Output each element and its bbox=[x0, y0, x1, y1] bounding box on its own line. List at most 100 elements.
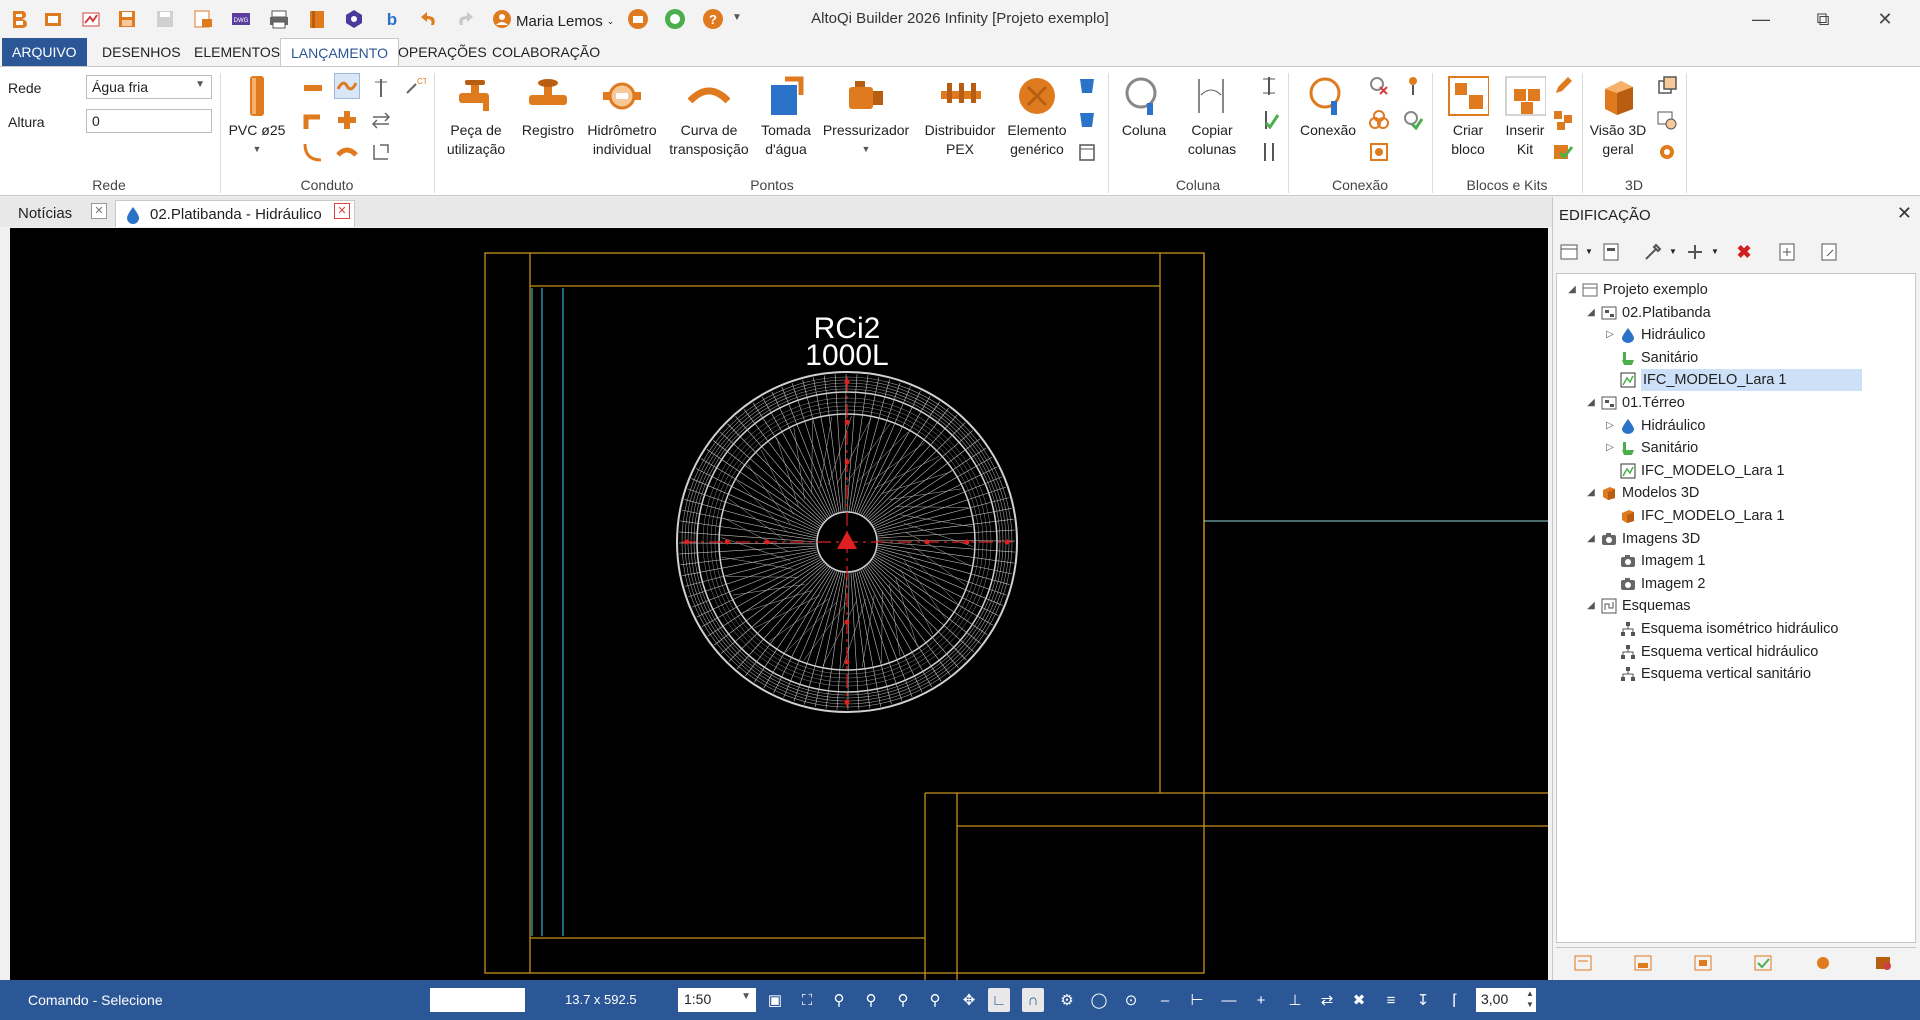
connection-pin-icon[interactable] bbox=[1400, 73, 1426, 99]
user-menu[interactable]: Maria Lemos ⌄ bbox=[492, 9, 614, 33]
store-icon[interactable] bbox=[627, 8, 649, 30]
align-vertical-icon[interactable]: ↧ bbox=[1412, 990, 1434, 1010]
meter-button[interactable]: Hidrômetro individual bbox=[582, 75, 662, 159]
tree-collapse-icon[interactable]: ◢ bbox=[1584, 392, 1598, 414]
tree-node[interactable]: ◢ Imagens 3D bbox=[1584, 528, 1700, 550]
altura-input[interactable]: 0 bbox=[86, 109, 212, 133]
osnap-endpoint-icon[interactable]: – bbox=[1154, 990, 1176, 1010]
elbow-icon[interactable] bbox=[300, 107, 326, 133]
zoom-window-icon[interactable]: ▣ bbox=[764, 990, 786, 1010]
minimize-button[interactable]: — bbox=[1730, 0, 1792, 38]
water-outlet-button[interactable]: Tomada d'água bbox=[752, 75, 820, 159]
tree-node[interactable]: Esquema vertical hidráulico bbox=[1603, 641, 1818, 663]
tree-node[interactable]: ◢ Esquemas bbox=[1584, 595, 1690, 617]
panel-view-tree-icon[interactable] bbox=[1572, 953, 1594, 973]
settings-icon[interactable]: ⚙ bbox=[1056, 990, 1078, 1010]
redo-icon[interactable] bbox=[454, 8, 476, 30]
osnap-nearest-icon[interactable]: — bbox=[1218, 990, 1240, 1010]
pex-distributor-button[interactable]: Distribuidor PEX bbox=[914, 75, 1006, 159]
drawing-canvas[interactable]: RCi2 1000L bbox=[10, 228, 1548, 980]
tree-collapse-icon[interactable]: ◢ bbox=[1584, 302, 1598, 324]
ortho-toggle-icon[interactable]: ∟ bbox=[988, 988, 1010, 1012]
zoom-previous-icon[interactable]: ⚲ bbox=[892, 990, 914, 1010]
view-options-icon[interactable] bbox=[1557, 240, 1583, 264]
open-drawing-icon[interactable] bbox=[80, 8, 102, 30]
book-icon[interactable] bbox=[306, 8, 328, 30]
tree-collapse-icon[interactable]: ◢ bbox=[1584, 595, 1598, 617]
save-all-icon[interactable] bbox=[154, 8, 176, 30]
rede-select[interactable]: Água fria ▼ bbox=[86, 75, 212, 99]
command-input[interactable] bbox=[430, 988, 525, 1012]
tree-node[interactable]: ◢ Projeto exemplo bbox=[1565, 279, 1708, 301]
bend-icon[interactable] bbox=[334, 139, 360, 165]
route-icon[interactable] bbox=[368, 139, 394, 165]
curve-icon[interactable] bbox=[300, 139, 326, 165]
export-document-icon[interactable] bbox=[1817, 240, 1843, 264]
tree-collapse-icon[interactable]: ◢ bbox=[1584, 528, 1598, 550]
crossover-button[interactable]: Curva de transposição bbox=[664, 75, 754, 159]
insert-kit-button[interactable]: Inserir Kit bbox=[1498, 75, 1552, 159]
close-tab-platibanda-icon[interactable]: ✕ bbox=[334, 203, 350, 219]
restore-button[interactable]: ⧉ bbox=[1792, 0, 1854, 38]
hexagon-icon[interactable] bbox=[343, 8, 365, 30]
osnap-circle-icon[interactable]: ⊙ bbox=[1120, 990, 1142, 1010]
create-block-button[interactable]: Criar bloco bbox=[1438, 75, 1498, 159]
osnap-center-icon[interactable]: ◯ bbox=[1088, 990, 1110, 1010]
tab-noticias[interactable]: Notícias bbox=[8, 200, 82, 227]
panel-view-bim-icon[interactable] bbox=[1872, 953, 1894, 973]
tree-node[interactable]: IFC_MODELO_Lara 1 bbox=[1603, 460, 1784, 482]
connection-button[interactable]: Conexão bbox=[1292, 75, 1364, 140]
ct-pipe-icon[interactable]: CT bbox=[402, 73, 428, 99]
osnap-extension-icon[interactable]: ⇄ bbox=[1316, 990, 1338, 1010]
chevron-down-icon[interactable]: ▼ bbox=[1585, 247, 1593, 256]
osnap-midpoint-icon[interactable]: ⊢ bbox=[1186, 990, 1208, 1010]
tree-node[interactable]: Esquema vertical sanitário bbox=[1603, 663, 1811, 685]
chevron-down-icon[interactable]: ▼ bbox=[1669, 247, 1677, 256]
tab-elementos[interactable]: ELEMENTOS bbox=[184, 38, 290, 66]
close-panel-icon[interactable]: ✕ bbox=[1897, 203, 1912, 224]
polar-tracking-icon[interactable]: ⌈ bbox=[1444, 990, 1466, 1010]
export-icon[interactable] bbox=[192, 8, 214, 30]
column-edit-icon[interactable] bbox=[1256, 73, 1282, 99]
tree-node[interactable]: IFC_MODELO_Lara 1 bbox=[1603, 369, 1863, 392]
tab-platibanda-hidraulico[interactable]: 02.Platibanda - Hidráulico bbox=[115, 200, 355, 227]
bim-icon[interactable]: b bbox=[381, 8, 403, 30]
support-icon[interactable] bbox=[664, 8, 686, 30]
tree-collapse-icon[interactable]: ◢ bbox=[1565, 279, 1579, 301]
tab-arquivo[interactable]: ARQUIVO bbox=[2, 38, 87, 66]
copy-columns-button[interactable]: Copiar colunas bbox=[1178, 75, 1246, 159]
straight-pipe-icon[interactable] bbox=[300, 75, 326, 101]
tab-operacoes[interactable]: OPERAÇÕES bbox=[388, 38, 497, 66]
connection-verify-icon[interactable] bbox=[1400, 107, 1426, 133]
connection-group-icon[interactable] bbox=[1366, 107, 1392, 133]
column-check-icon[interactable] bbox=[1256, 107, 1282, 133]
help-dropdown-icon[interactable]: ▼ bbox=[732, 12, 742, 23]
app-logo-icon[interactable] bbox=[8, 8, 30, 30]
new-project-icon[interactable] bbox=[42, 8, 64, 30]
view-3d-render-icon[interactable] bbox=[1654, 107, 1680, 133]
panel-view-sheets-icon[interactable] bbox=[1632, 953, 1654, 973]
block-check-icon[interactable] bbox=[1550, 139, 1576, 165]
scale-select[interactable]: 1:50 ▼ bbox=[678, 988, 756, 1012]
view-3d-button[interactable]: Visão 3D geral bbox=[1586, 75, 1650, 159]
settings-3d-icon[interactable] bbox=[1654, 139, 1680, 165]
new-document-icon[interactable] bbox=[1775, 240, 1801, 264]
tree-node[interactable]: ◢ Modelos 3D bbox=[1584, 482, 1699, 504]
tools-icon[interactable] bbox=[1641, 240, 1667, 264]
tree-node[interactable]: IFC_MODELO_Lara 1 bbox=[1603, 505, 1784, 527]
delete-icon[interactable]: ✖ bbox=[1731, 240, 1757, 264]
valve-button[interactable]: Registro bbox=[516, 75, 580, 140]
explode-block-icon[interactable] bbox=[1550, 107, 1576, 133]
close-button[interactable]: ✕ bbox=[1854, 0, 1916, 38]
tree-node[interactable]: ◢ 02.Platibanda bbox=[1584, 302, 1711, 324]
pipe-type-button[interactable]: PVC ø25 ▼ bbox=[226, 75, 288, 159]
tree-collapse-icon[interactable]: ◢ bbox=[1584, 482, 1598, 504]
vertical-pipe-icon[interactable] bbox=[368, 75, 394, 101]
zoom-extents-icon[interactable]: ⛶ bbox=[796, 990, 818, 1010]
fixture-button[interactable]: Peça de utilização bbox=[440, 75, 512, 159]
tree-node[interactable]: ▷ Hidráulico bbox=[1603, 324, 1705, 346]
column-button[interactable]: Coluna bbox=[1112, 75, 1176, 140]
chevron-down-icon[interactable]: ▼ bbox=[1711, 247, 1719, 256]
panel-view-elements-icon[interactable] bbox=[1692, 953, 1714, 973]
tree-expand-icon[interactable]: ▷ bbox=[1603, 415, 1617, 437]
